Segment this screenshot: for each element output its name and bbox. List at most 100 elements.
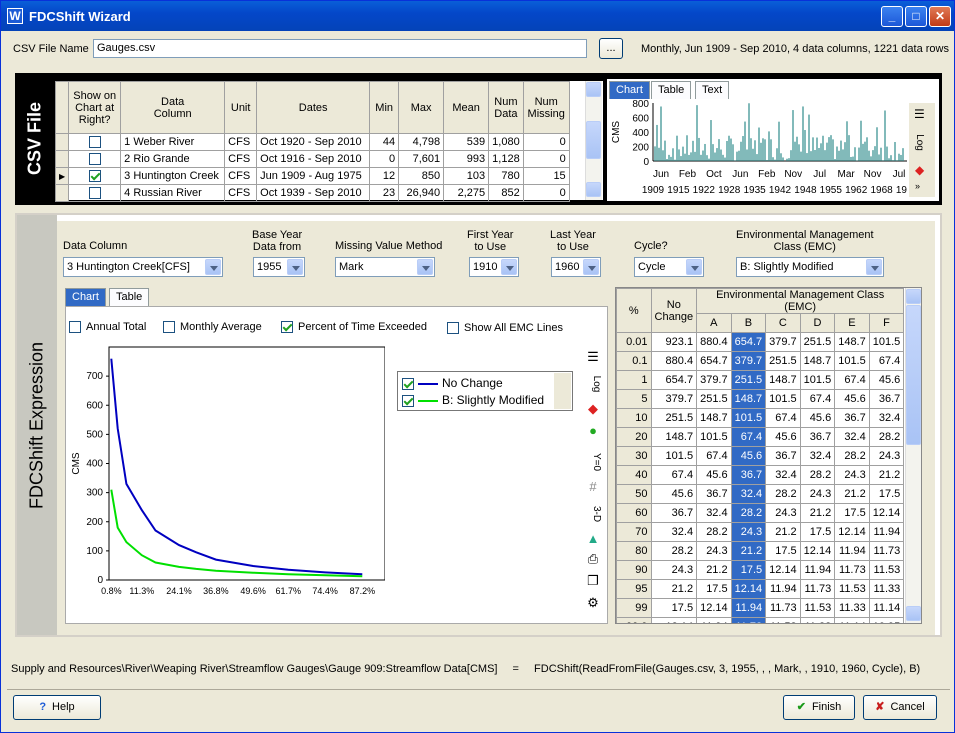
value-cell[interactable]: 67.4 (765, 408, 801, 428)
col-header-max[interactable]: Max (398, 81, 445, 134)
value-cell[interactable]: 21.2 (730, 541, 767, 561)
col-header-num-missing[interactable]: Num Missing (522, 81, 570, 134)
value-cell[interactable]: 11.94 (765, 579, 801, 599)
base-year-select[interactable]: 1955 (253, 257, 305, 277)
value-cell[interactable]: 148.7 (799, 351, 836, 371)
scroll-up-icon[interactable] (586, 82, 601, 97)
pct-cell[interactable]: 60 (616, 503, 652, 523)
help-button[interactable]: ? Help (13, 695, 101, 720)
cell-dates[interactable]: Oct 1939 - Sep 2010 (256, 184, 371, 202)
value-cell[interactable]: 32.4 (834, 427, 870, 447)
value-cell[interactable]: 45.6 (799, 408, 836, 428)
cell-num-data[interactable]: 780 (488, 167, 524, 185)
chevron-down-icon[interactable] (287, 259, 303, 275)
value-cell[interactable]: 11.94 (868, 522, 905, 542)
value-cell[interactable]: 148.7 (730, 389, 767, 409)
value-cell[interactable]: 148.7 (696, 408, 732, 428)
value-cell[interactable]: 11.73 (834, 560, 870, 580)
col-header-dates[interactable]: Dates (256, 81, 371, 134)
value-cell[interactable]: 11.94 (696, 617, 732, 623)
show-checkbox-cell[interactable] (68, 167, 122, 185)
chevron-down-icon[interactable] (583, 259, 599, 275)
table-row[interactable]: 5 379.7 251.5 148.7 101.5 67.4 45.6 36.7 (616, 389, 905, 409)
value-cell[interactable]: 17.5 (730, 560, 767, 580)
annual-total-checkbox[interactable]: Annual Total (69, 321, 146, 334)
show-all-emc-checkbox[interactable]: Show All EMC Lines (447, 322, 563, 335)
cell-unit[interactable]: CFS (224, 150, 258, 168)
cell-max[interactable]: 4,798 (398, 133, 445, 151)
print-icon[interactable]: ⎙ (583, 551, 603, 569)
y-zero-toggle[interactable]: Y=0 (584, 452, 602, 472)
pct-cell[interactable]: 50 (616, 484, 652, 504)
pct-cell[interactable]: 30 (616, 446, 652, 466)
value-cell[interactable]: 24.3 (799, 484, 836, 504)
cell-min[interactable]: 0 (369, 150, 400, 168)
value-cell[interactable]: 101.5 (834, 351, 870, 371)
table-row[interactable]: 99 17.5 12.14 11.94 11.73 11.53 11.33 11.14 (616, 598, 905, 618)
value-cell[interactable]: 36.7 (696, 484, 732, 504)
cell-unit[interactable]: CFS (224, 133, 258, 151)
value-cell[interactable]: 45.6 (868, 370, 905, 390)
legend-item-no-change[interactable]: No Change (402, 376, 503, 391)
col-header-num-data[interactable]: Num Data (488, 81, 524, 134)
value-cell[interactable]: 21.2 (834, 484, 870, 504)
log-toggle[interactable]: Log (584, 374, 602, 394)
color-icon[interactable]: ◆ (583, 401, 603, 419)
checkbox-icon[interactable] (88, 170, 101, 183)
value-cell[interactable]: 880.4 (696, 332, 732, 352)
table-row[interactable]: 10 251.5 148.7 101.5 67.4 45.6 36.7 32.4 (616, 408, 905, 428)
cell-dates[interactable]: Oct 1916 - Sep 2010 (256, 150, 371, 168)
data-column-select[interactable]: 3 Huntington Creek[CFS] (63, 257, 223, 277)
pct-cell[interactable]: 10 (616, 408, 652, 428)
value-cell[interactable]: 11.14 (868, 598, 905, 618)
table-row[interactable]: 2 Rio Grande CFS Oct 1916 - Sep 2010 0 7,601… (54, 150, 570, 168)
value-cell[interactable]: 11.33 (799, 617, 836, 623)
value-cell[interactable]: 28.2 (868, 427, 905, 447)
pct-cell[interactable]: 0.1 (616, 351, 652, 371)
value-cell[interactable]: 251.5 (696, 389, 732, 409)
emc-scrollbar[interactable] (905, 288, 921, 623)
value-cell[interactable]: 24.3 (834, 465, 870, 485)
value-cell[interactable]: 148.7 (650, 427, 698, 447)
scroll-thumb[interactable] (586, 121, 601, 159)
value-cell[interactable]: 45.6 (696, 465, 732, 485)
scroll-thumb[interactable] (906, 305, 921, 445)
cycle-select[interactable]: Cycle (634, 257, 704, 277)
legend-icon[interactable]: ☰ (914, 107, 925, 121)
3d-toggle[interactable]: 3-D (584, 504, 602, 524)
table-row[interactable]: 0.1 880.4 654.7 379.7 251.5 148.7 101.5 67.4 (616, 351, 905, 371)
checkbox-icon[interactable] (447, 322, 459, 335)
cell-max[interactable]: 26,940 (398, 184, 445, 202)
tab-text[interactable]: Text (695, 81, 730, 99)
percent-exceeded-checkbox[interactable]: Percent of Time Exceeded (281, 321, 427, 334)
table-row[interactable]: 80 28.2 24.3 21.2 17.5 12.14 11.94 11.73 (616, 541, 905, 561)
value-cell[interactable]: 654.7 (696, 351, 732, 371)
value-cell[interactable]: 251.5 (650, 408, 698, 428)
cell-mean[interactable]: 103 (443, 167, 490, 185)
value-cell[interactable]: 17.5 (868, 484, 905, 504)
col-header-min[interactable]: Min (369, 81, 400, 134)
cell-num-data[interactable]: 852 (488, 184, 524, 202)
value-cell[interactable]: 11.94 (730, 598, 767, 618)
value-cell[interactable]: 24.3 (696, 541, 732, 561)
table-row[interactable]: 20 148.7 101.5 67.4 45.6 36.7 32.4 28.2 (616, 427, 905, 447)
value-cell[interactable]: 11.33 (834, 598, 870, 618)
value-cell[interactable]: 880.4 (650, 351, 698, 371)
value-cell[interactable]: 11.53 (765, 617, 801, 623)
value-cell[interactable]: 11.73 (765, 598, 801, 618)
value-cell[interactable]: 28.2 (765, 484, 801, 504)
value-cell[interactable]: 11.94 (834, 541, 870, 561)
table-row[interactable]: 1 654.7 379.7 251.5 148.7 101.5 67.4 45.6 (616, 370, 905, 390)
table-row[interactable]: 90 24.3 21.2 17.5 12.14 11.94 11.73 11.53 (616, 560, 905, 580)
cell-num-missing[interactable]: 0 (522, 133, 570, 151)
value-cell[interactable]: 12.14 (868, 503, 905, 523)
cell-num-data[interactable]: 1,128 (488, 150, 524, 168)
cell-unit[interactable]: CFS (224, 167, 258, 185)
table-row[interactable]: 4 Russian River CFS Oct 1939 - Sep 2010 23 2… (54, 184, 570, 202)
table-row[interactable]: 70 32.4 28.2 24.3 21.2 17.5 12.14 11.94 (616, 522, 905, 542)
emc-select[interactable]: B: Slightly Modified (736, 257, 884, 277)
pct-cell[interactable]: 90 (616, 560, 652, 580)
cell-dates[interactable]: Jun 1909 - Aug 1975 (256, 167, 371, 185)
col-header-unit[interactable]: Unit (224, 81, 258, 134)
value-cell[interactable]: 24.3 (650, 560, 698, 580)
